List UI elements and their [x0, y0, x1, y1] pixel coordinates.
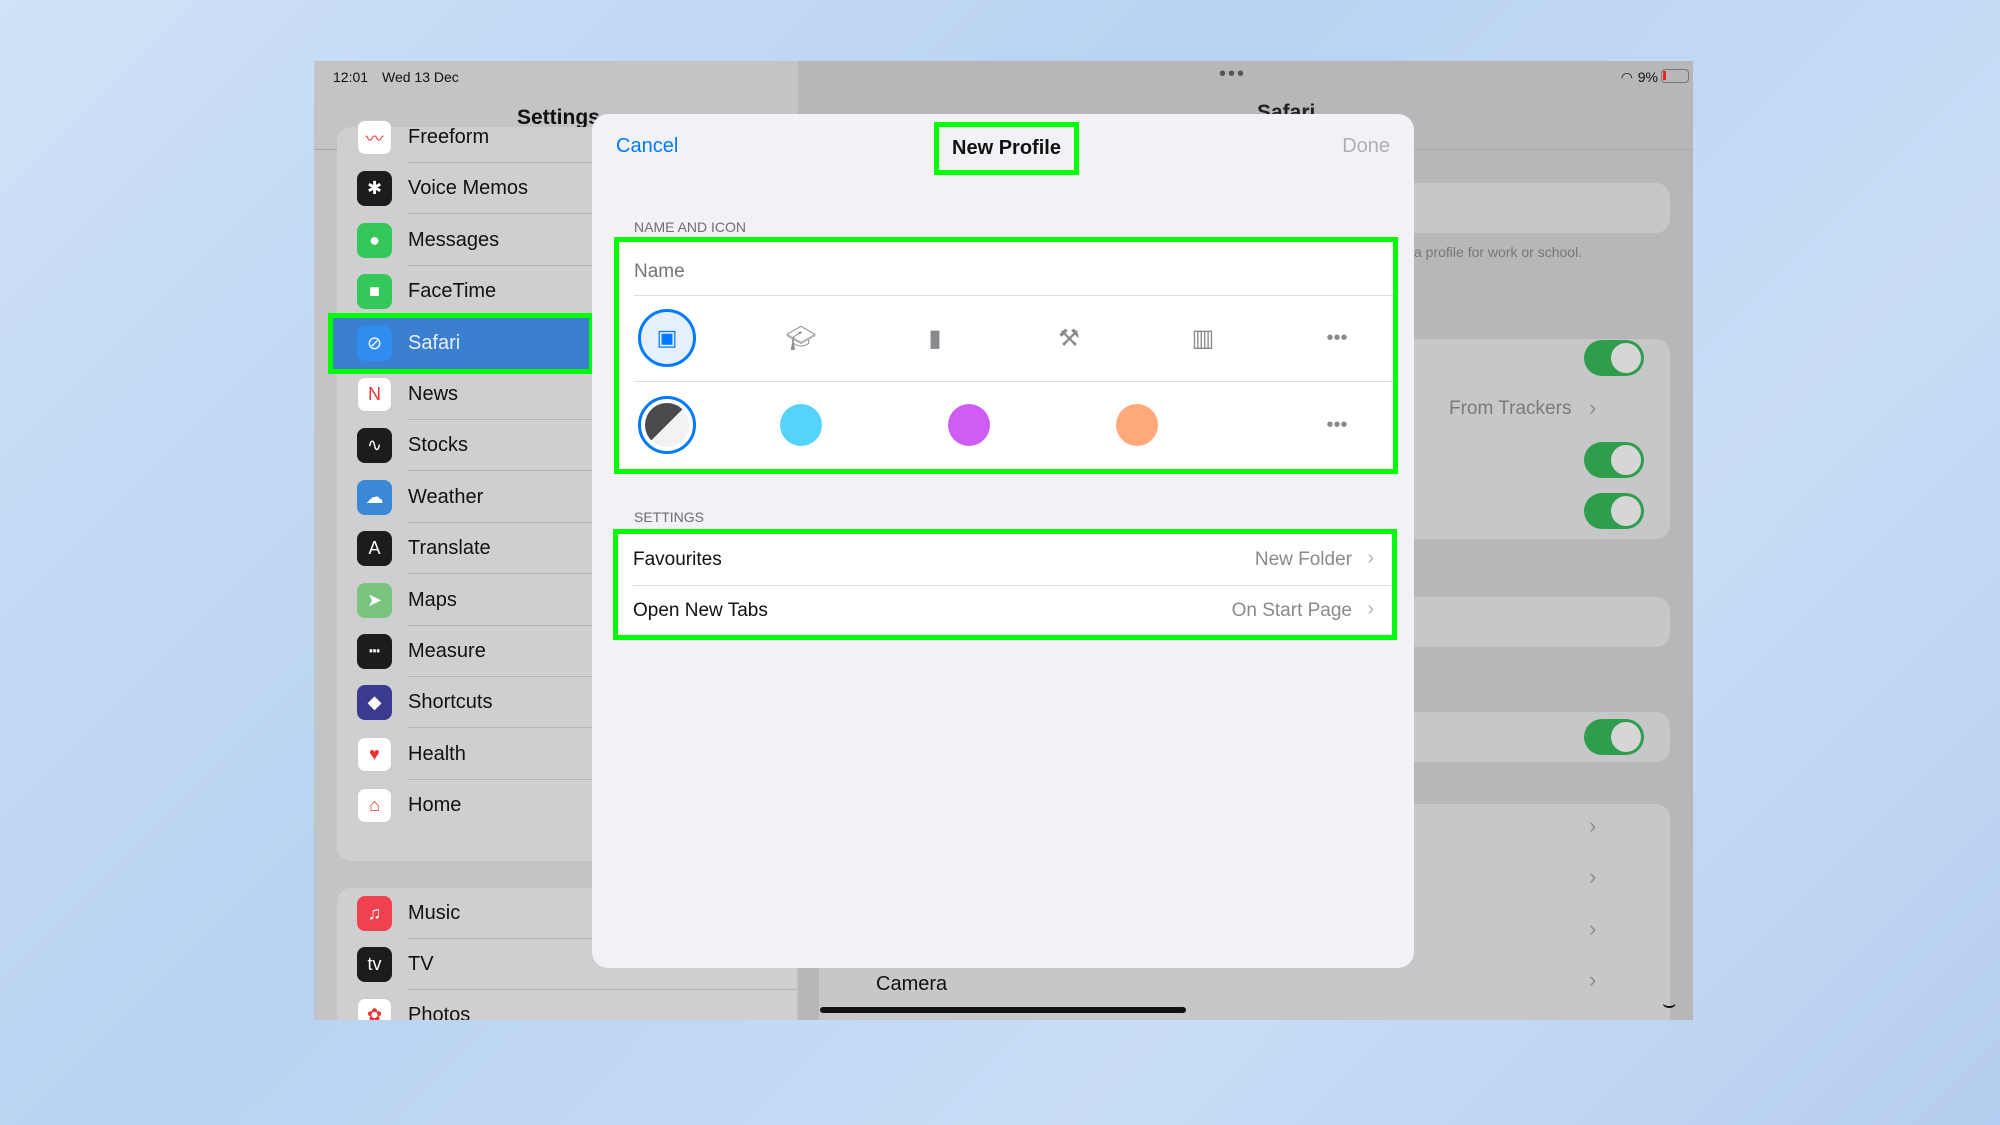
chevron-right-icon[interactable]: ›	[1589, 813, 1596, 839]
cancel-button[interactable]: Cancel	[616, 135, 678, 158]
toggle-switch[interactable]	[1584, 340, 1644, 376]
name-icon-header: NAME AND ICON	[634, 219, 747, 235]
divider	[634, 381, 1393, 382]
new-profile-sheet: Cancel New Profile Done NAME AND ICON ▣ …	[592, 114, 1414, 968]
sidebar-item-label: Messages	[408, 228, 500, 251]
sidebar-item-label: Home	[408, 794, 462, 817]
row-value: New Folder	[1254, 549, 1352, 570]
translate-app-icon: A	[357, 531, 392, 567]
sidebar-item-label: Health	[408, 742, 466, 765]
home-indicator	[820, 1007, 1186, 1013]
sidebar-item-label: Stocks	[408, 434, 469, 457]
chevron-right-icon[interactable]: ›	[1589, 916, 1596, 942]
sidebar-item-label: Freeform	[408, 126, 490, 148]
sidebar-item-label: TV	[408, 953, 434, 975]
facetime-app-icon: ■	[357, 274, 392, 310]
profile-settings-group: Favourites New Folder › Open New Tabs On…	[613, 529, 1397, 640]
sidebar-item-label: Shortcuts	[408, 691, 493, 714]
pencil-icon: ⌣	[1662, 991, 1677, 1016]
tv-app-icon: tv	[357, 947, 392, 982]
battery-icon	[1661, 69, 1689, 83]
freeform-app-icon: 〰	[357, 120, 392, 155]
chevron-right-icon: ›	[1367, 547, 1374, 569]
open-new-tabs-row[interactable]: Open New Tabs On Start Page ›	[618, 585, 1392, 635]
chevron-right-icon[interactable]: ›	[1589, 864, 1596, 890]
sidebar-item-label: Weather	[408, 485, 484, 508]
stocks-app-icon: ∿	[357, 428, 392, 464]
chevron-right-icon[interactable]: ›	[1589, 967, 1596, 993]
name-icon-group: ▣ 🎓︎ ▮ ⚒︎ ▥ ••• •••	[614, 237, 1398, 474]
sidebar-item-label: Maps	[408, 588, 457, 611]
status-date: Wed 13 Dec	[382, 69, 459, 85]
briefcase-icon[interactable]: ▮	[906, 309, 964, 367]
sidebar-item-safari[interactable]: ⊘ Safari	[328, 312, 594, 374]
multitask-dots-icon[interactable]: •••	[1219, 63, 1246, 86]
wifi-icon: ◠	[1620, 69, 1633, 85]
battery-percent: 9%	[1637, 69, 1658, 85]
more-colors-button[interactable]: •••	[1308, 396, 1366, 454]
graduation-cap-icon[interactable]: 🎓︎	[772, 309, 830, 367]
sidebar-item-label: News	[408, 383, 459, 405]
safari-app-icon: ⊘	[357, 325, 392, 361]
sidebar-item-label: Photos	[408, 1004, 471, 1020]
settings-header: SETTINGS	[634, 509, 705, 525]
camera-row-label[interactable]: Camera	[876, 973, 947, 996]
home-app-icon: ⌂	[357, 788, 392, 824]
toggle-switch[interactable]	[1584, 719, 1644, 755]
divider	[634, 295, 1393, 296]
sidebar-item-label: Measure	[408, 640, 486, 662]
photos-app-icon: ✿	[357, 998, 392, 1020]
row-value: On Start Page	[1231, 600, 1352, 621]
messages-app-icon: ●	[357, 222, 392, 258]
sidebar-item-label: Safari	[408, 331, 461, 354]
color-option-purple[interactable]	[948, 404, 990, 446]
half-dark-swatch-icon	[645, 403, 689, 447]
row-label: Favourites	[633, 549, 722, 570]
chevron-right-icon: ›	[1589, 395, 1597, 420]
title-highlight: New Profile	[934, 122, 1079, 175]
maps-app-icon: ➤	[357, 582, 392, 618]
sidebar-item-label: FaceTime	[408, 280, 497, 303]
health-app-icon: ♥	[357, 736, 392, 772]
done-button[interactable]: Done	[1342, 135, 1390, 158]
favourites-row[interactable]: Favourites New Folder ›	[618, 534, 1392, 585]
tracking-value[interactable]: From Trackers	[1449, 398, 1571, 420]
sidebar-item-label: Music	[408, 902, 461, 924]
hammer-icon[interactable]: ⚒︎	[1040, 309, 1098, 367]
building-icon[interactable]: ▥	[1174, 309, 1232, 367]
toggle-switch[interactable]	[1584, 442, 1644, 478]
chevron-right-icon: ›	[1367, 598, 1374, 620]
status-time: 12:01	[333, 69, 369, 85]
sheet-title: New Profile	[952, 137, 1061, 159]
sidebar-item-label: Translate	[408, 537, 491, 560]
voice-memos-app-icon: ✱	[357, 171, 392, 207]
color-option-orange[interactable]	[1116, 404, 1158, 446]
weather-app-icon: ☁	[357, 479, 392, 515]
shortcuts-app-icon: ◆	[357, 685, 392, 721]
measure-app-icon: ┅	[357, 634, 392, 669]
person-badge-icon[interactable]: ▣	[638, 309, 696, 367]
more-icons-button[interactable]: •••	[1308, 309, 1366, 367]
color-option-selected[interactable]	[638, 396, 696, 454]
toggle-switch[interactable]	[1584, 493, 1644, 529]
news-app-icon: N	[357, 377, 392, 412]
sidebar-item-photos[interactable]: ✿ Photos	[337, 990, 797, 1020]
name-input[interactable]	[634, 252, 1374, 292]
profile-hint: a profile for work or school.	[1414, 244, 1583, 260]
color-option-cyan[interactable]	[780, 404, 822, 446]
music-app-icon: ♫	[357, 896, 392, 931]
row-label: Open New Tabs	[633, 600, 768, 621]
sidebar-item-label: Voice Memos	[408, 177, 529, 200]
